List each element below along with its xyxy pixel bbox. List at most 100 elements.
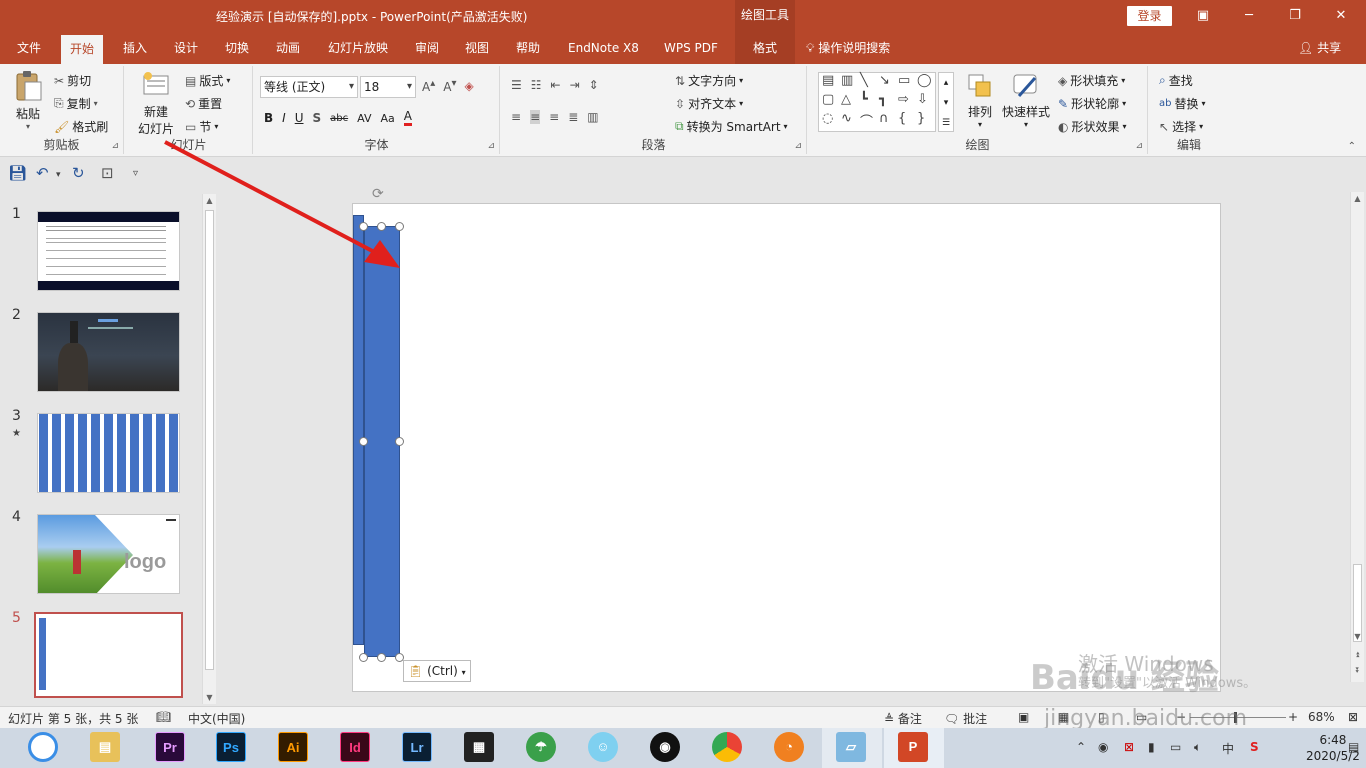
login-button[interactable]: 登录 <box>1127 6 1172 26</box>
umbrella-app-icon[interactable]: ☂ <box>526 732 556 762</box>
tab-wps-pdf[interactable]: WPS PDF <box>655 32 727 64</box>
bullets-icon[interactable]: ☰ <box>511 78 522 92</box>
select-button[interactable]: ↖ 选择 ▾ <box>1159 118 1203 135</box>
shrink-font-icon[interactable]: A▾ <box>443 78 456 94</box>
tab-view[interactable]: 视图 <box>456 32 498 64</box>
font-name-combo[interactable]: 等线 (正文) ▾ <box>260 76 358 98</box>
language-status[interactable]: 中文(中国) <box>188 710 245 727</box>
slide-thumbnail-5[interactable] <box>34 612 183 698</box>
slide-thumbnail-3[interactable] <box>37 413 180 493</box>
justify-icon[interactable]: ≣ <box>568 110 578 124</box>
find-button[interactable]: ⌕ 查找 <box>1159 72 1193 89</box>
align-center-icon[interactable]: ≡ <box>530 110 541 124</box>
current-slide[interactable] <box>352 203 1221 692</box>
fit-slide-icon[interactable]: ⊠ <box>1348 710 1358 724</box>
quick-styles-button[interactable]: 快速样式 ▾ <box>1000 72 1052 129</box>
font-name-dropdown-icon[interactable]: ▾ <box>349 77 354 97</box>
close-icon[interactable]: ✕ <box>1318 0 1364 32</box>
present-from-start-icon[interactable]: ⊡ <box>101 164 114 182</box>
italic-button[interactable]: I <box>282 111 286 125</box>
customize-qat-icon[interactable]: ▿ <box>133 168 138 179</box>
resize-handle-sw[interactable] <box>359 653 368 662</box>
change-case-button[interactable]: Aa <box>381 112 395 125</box>
media-player-icon[interactable]: ◔ <box>774 732 804 762</box>
tab-home[interactable]: 开始 <box>61 35 104 64</box>
battery-tray-icon[interactable]: ▮ <box>1148 740 1155 754</box>
text-direction-button[interactable]: ⇅ 文字方向 ▾ <box>675 72 743 89</box>
collapse-ribbon-icon[interactable]: ⌃ <box>1348 141 1356 152</box>
paste-button[interactable]: 粘贴 ▾ <box>8 70 48 131</box>
paste-dropdown-icon[interactable]: ▾ <box>8 122 48 131</box>
format-painter-button[interactable]: 🖌︎ 格式刷 <box>54 118 108 135</box>
tab-transitions[interactable]: 切换 <box>216 32 258 64</box>
network-tray-icon[interactable]: ▭ <box>1170 740 1181 754</box>
spelling-check-icon[interactable]: 📖︎ <box>156 710 171 724</box>
resize-handle-w[interactable] <box>359 437 368 446</box>
scroll-down-icon[interactable]: ▼ <box>203 693 216 702</box>
paragraph-launcher-icon[interactable]: ⊿ <box>794 141 802 151</box>
freeform-shape-icon[interactable]: ◌ <box>822 111 833 126</box>
tab-review[interactable]: 审阅 <box>406 32 448 64</box>
slide-thumbnail-4[interactable]: logo <box>37 514 180 594</box>
curve-shape-icon[interactable]: ∩ <box>879 111 889 126</box>
tab-endnote[interactable]: EndNote X8 <box>559 32 648 64</box>
illustrator-app-icon[interactable]: Ai <box>278 732 308 762</box>
tab-format[interactable]: 格式 <box>735 32 795 64</box>
left-brace-shape-icon[interactable]: { <box>898 111 906 126</box>
zoom-level[interactable]: 68% <box>1308 710 1335 724</box>
strikethrough-button[interactable]: abc <box>330 113 348 124</box>
shapes-gallery[interactable]: ▤ ▥ ╲ ↘ ▭ ◯ ▢ △ ┗ ┓ ⇨ ⇩ ◌ ∿ ⌒ ∩ { } <box>818 72 936 132</box>
right-brace-shape-icon[interactable]: } <box>917 111 925 126</box>
rectangle-shape-icon[interactable]: ▭ <box>898 73 910 88</box>
tab-animations[interactable]: 动画 <box>267 32 309 64</box>
browser-app-icon[interactable] <box>28 732 58 762</box>
font-size-combo[interactable]: 18 ▾ <box>360 76 416 98</box>
notification-center-icon[interactable]: ▤ <box>1348 740 1359 754</box>
elbow-arrow-connector-icon[interactable]: ┓ <box>879 92 887 107</box>
tab-insert[interactable]: 插入 <box>114 32 156 64</box>
security-tray-icon[interactable]: ⊠ <box>1124 740 1134 754</box>
line-shape-icon[interactable]: ╲ <box>860 73 868 88</box>
video-editor-icon[interactable]: ▦ <box>464 732 494 762</box>
ime-indicator[interactable]: 中 <box>1222 740 1234 757</box>
chat-app-icon[interactable]: ☺ <box>588 732 618 762</box>
cut-button[interactable]: ✂ 剪切 <box>54 72 91 89</box>
reset-button[interactable]: ⟲ 重置 <box>185 95 222 112</box>
character-spacing-button[interactable]: AV <box>357 112 371 125</box>
ribbon-display-options-icon[interactable]: ▣ <box>1180 0 1226 32</box>
resize-handle-e[interactable] <box>395 437 404 446</box>
arrow-line-shape-icon[interactable]: ↘ <box>879 73 890 88</box>
copy-dropdown-icon[interactable]: ▾ <box>94 99 98 108</box>
slide-thumbnail-2[interactable] <box>37 312 180 392</box>
font-size-dropdown-icon[interactable]: ▾ <box>407 77 412 97</box>
canvas-scrollbar[interactable]: ▲ ▼ ⏫︎ ⏬︎ <box>1350 192 1364 682</box>
font-launcher-icon[interactable]: ⊿ <box>487 141 495 151</box>
shadow-button[interactable]: S <box>313 111 322 125</box>
down-arrow-shape-icon[interactable]: ⇩ <box>917 92 928 107</box>
replace-button[interactable]: ab 替换 ▾ <box>1159 95 1206 112</box>
lightroom-app-icon[interactable]: Lr <box>402 732 432 762</box>
tab-slideshow[interactable]: 幻灯片放映 <box>319 32 397 64</box>
grow-font-icon[interactable]: A▴ <box>422 78 435 94</box>
numbering-icon[interactable]: ☷ <box>531 78 542 92</box>
powerpoint-app-icon[interactable]: P <box>898 732 928 762</box>
restore-icon[interactable]: ❐ <box>1272 0 1318 32</box>
resize-handle-s[interactable] <box>377 653 386 662</box>
elbow-connector-icon[interactable]: ┗ <box>860 92 868 107</box>
textbox-shape-icon[interactable]: ▤ <box>822 73 834 88</box>
arc-shape-icon[interactable]: ⌒ <box>860 111 873 130</box>
underline-button[interactable]: U <box>295 111 304 125</box>
notes-button[interactable]: ≜ 备注 <box>884 710 922 727</box>
new-slide-button[interactable]: 新建 幻灯片 <box>133 70 179 137</box>
font-color-button[interactable]: A <box>403 110 412 126</box>
file-explorer-icon[interactable]: ▤ <box>90 732 120 762</box>
volume-tray-icon[interactable]: 🔈︎ <box>1194 740 1201 755</box>
canvas-scroll-down-icon[interactable]: ▼ <box>1351 632 1364 641</box>
qq-tray-icon[interactable]: ◉ <box>1098 740 1108 754</box>
layout-button[interactable]: ▤ 版式 ▾ <box>185 72 230 89</box>
shapes-gallery-scroll[interactable]: ▴ ▾ ☰ <box>938 72 954 132</box>
qq-app-icon[interactable]: ◉ <box>650 732 680 762</box>
share-button[interactable]: 👤︎ 共享 <box>1298 32 1341 64</box>
canvas-scroll-up-icon[interactable]: ▲ <box>1351 194 1364 203</box>
line-spacing-icon[interactable]: ⇕ <box>589 78 599 92</box>
